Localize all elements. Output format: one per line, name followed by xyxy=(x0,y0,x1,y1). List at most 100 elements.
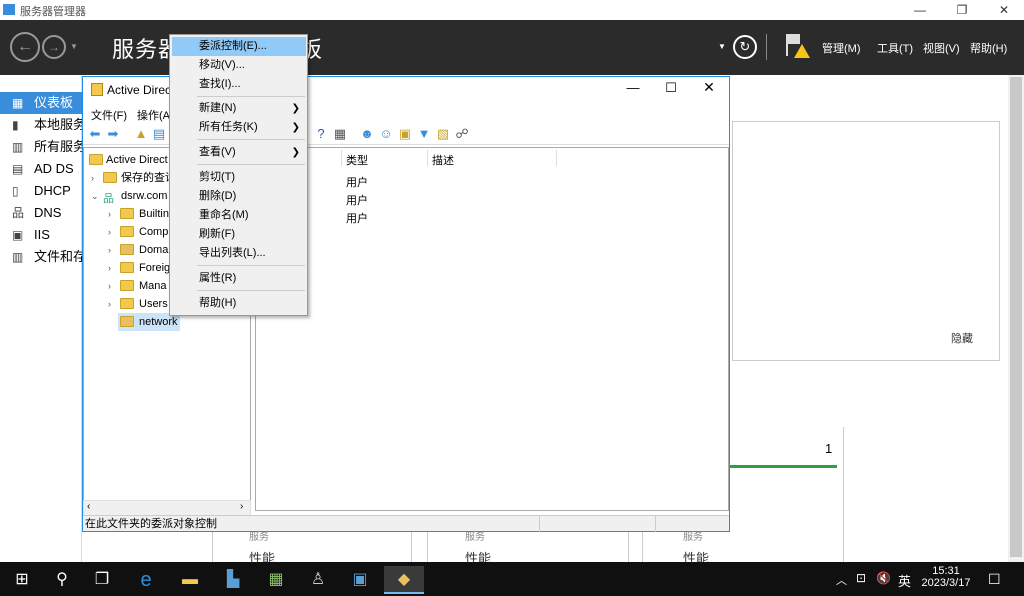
taskbar-ie[interactable]: e xyxy=(126,566,166,594)
scroll-left-icon[interactable]: ‹ xyxy=(87,501,90,512)
menu-help[interactable]: 帮助(H) xyxy=(970,40,1007,56)
menu-item-help[interactable]: 帮助(H) xyxy=(172,294,306,313)
task-view-button[interactable]: ❐ xyxy=(82,566,122,594)
expand-arrow-icon[interactable]: › xyxy=(108,259,111,277)
menu-item-find[interactable]: 查找(I)... xyxy=(172,75,306,94)
filter-icon[interactable]: ▼ xyxy=(416,126,432,142)
hide-link[interactable]: 隐藏 xyxy=(951,330,973,346)
notifications-icon[interactable]: ☐ xyxy=(988,571,1001,588)
aduc-minimize-button[interactable]: — xyxy=(623,80,643,95)
row-type-cell[interactable]: 用户 xyxy=(346,174,368,190)
menu-action[interactable]: 操作(A xyxy=(137,107,170,123)
aduc-maximize-button[interactable]: ☐ xyxy=(661,80,681,96)
column-header-type[interactable]: 类型 xyxy=(346,152,368,168)
forward-button[interactable]: → xyxy=(42,35,66,59)
history-dropdown-icon[interactable]: ▼ xyxy=(70,42,78,51)
menu-item-delegate-control[interactable]: 委派控制(E)... xyxy=(172,37,306,56)
close-button[interactable]: ✕ xyxy=(984,0,1024,20)
new-ou-icon[interactable]: ▣ xyxy=(397,126,413,142)
sidebar-item-dhcp[interactable]: ▯ DHCP xyxy=(0,180,82,202)
sidebar-item-all-servers[interactable]: ▥ 所有服务 xyxy=(0,136,82,158)
row-type-cell[interactable]: 用户 xyxy=(346,210,368,226)
scrollbar-thumb[interactable] xyxy=(1010,77,1022,557)
restore-button[interactable]: ❐ xyxy=(942,0,982,20)
clock[interactable]: 15:31 2023/3/17 xyxy=(918,565,974,589)
context-menu: 委派控制(E)... 移动(V)... 查找(I)... 新建(N) ❯ 所有任务… xyxy=(169,34,308,316)
menu-item-delete[interactable]: 删除(D) xyxy=(172,187,306,206)
menu-item-rename[interactable]: 重命名(M) xyxy=(172,206,306,225)
sidebar-item-dashboard[interactable]: ▦ 仪表板 xyxy=(0,92,82,114)
start-button[interactable]: ⊞ xyxy=(2,566,42,594)
scroll-right-icon[interactable]: › xyxy=(240,501,243,512)
expand-arrow-icon[interactable]: › xyxy=(91,169,94,187)
collapse-arrow-icon[interactable]: ⌄ xyxy=(91,187,99,205)
search-button[interactable]: ⚲ xyxy=(42,566,82,594)
tree-item-label: Doma xyxy=(139,244,169,256)
refresh-icon[interactable]: ↻ xyxy=(733,35,757,59)
sidebar-item-dns[interactable]: 品 DNS xyxy=(0,202,82,224)
menu-item-all-tasks[interactable]: 所有任务(K) ❯ xyxy=(172,118,306,137)
up-folder-icon[interactable]: ▲ xyxy=(133,126,149,142)
show-hide-tree-icon[interactable]: ▤ xyxy=(151,126,167,142)
vertical-scrollbar[interactable] xyxy=(1008,75,1024,562)
menu-view[interactable]: 视图(V) xyxy=(923,40,960,56)
expand-arrow-icon[interactable]: › xyxy=(108,277,111,295)
taskbar-app-5[interactable]: ♙ xyxy=(298,566,338,594)
taskbar-app-4[interactable]: ▦ xyxy=(256,566,296,594)
volume-muted-icon[interactable]: 🔇 xyxy=(876,571,891,585)
menu-file[interactable]: 文件(F) xyxy=(91,107,127,123)
forward-icon[interactable]: ➡ xyxy=(105,126,121,142)
expand-arrow-icon[interactable]: › xyxy=(108,205,111,223)
window-title: 服务器管理器 xyxy=(20,6,86,18)
sidebar-item-label: 文件和存 xyxy=(34,249,82,264)
menu-item-view[interactable]: 查看(V) ❯ xyxy=(172,143,306,162)
menu-item-properties[interactable]: 属性(R) xyxy=(172,269,306,288)
internet-explorer-icon: e xyxy=(140,569,152,591)
minimize-button[interactable]: — xyxy=(900,0,940,20)
sidebar-item-local-server[interactable]: ▮ 本地服务 xyxy=(0,114,82,136)
sidebar-item-iis[interactable]: ▣ IIS xyxy=(0,224,82,246)
show-hidden-icons-icon[interactable]: ︿ xyxy=(836,572,847,588)
menu-manage[interactable]: 管理(M) xyxy=(822,40,861,56)
details-pane[interactable]: 类型 描述 用户 用户 用户 xyxy=(255,147,729,511)
new-user-icon[interactable]: ☻ xyxy=(359,126,375,142)
expand-arrow-icon[interactable]: › xyxy=(108,241,111,259)
help-icon[interactable]: ? xyxy=(313,126,329,142)
menu-item-refresh[interactable]: 刷新(F) xyxy=(172,225,306,244)
taskbar-file-explorer[interactable]: ▬ xyxy=(170,566,210,594)
menu-item-cut[interactable]: 剪切(T) xyxy=(172,168,306,187)
row-type-cell[interactable]: 用户 xyxy=(346,192,368,208)
sidebar-item-file-storage[interactable]: ▥ 文件和存 xyxy=(0,246,82,268)
column-separator[interactable] xyxy=(341,150,342,166)
action-center-icon[interactable]: ⊡ xyxy=(856,571,866,585)
back-icon[interactable]: ⬅ xyxy=(87,126,103,142)
menu-item-export-list[interactable]: 导出列表(L)... xyxy=(172,244,306,263)
taskbar-aduc[interactable]: ◆ xyxy=(384,566,424,594)
notifications-flag-icon[interactable] xyxy=(784,32,810,62)
menu-separator xyxy=(197,139,305,140)
taskbar-app-6[interactable]: ▣ xyxy=(340,566,380,594)
add-to-group-icon[interactable]: ☍ xyxy=(454,126,470,142)
sidebar-item-adds[interactable]: ▤ AD DS xyxy=(0,158,82,180)
expand-arrow-icon[interactable]: › xyxy=(108,295,111,313)
dropdown-icon[interactable]: ▼ xyxy=(718,42,726,51)
menu-item-new[interactable]: 新建(N) ❯ xyxy=(172,99,306,118)
taskbar-server-manager[interactable]: ▙ xyxy=(213,566,253,594)
tree-item-label: Foreig xyxy=(139,262,171,274)
aduc-close-button[interactable]: ✕ xyxy=(699,79,719,96)
find-icon[interactable]: ▧ xyxy=(435,126,451,142)
expand-arrow-icon[interactable]: › xyxy=(108,223,111,241)
column-separator[interactable] xyxy=(427,150,428,166)
tree-item-label: Active Direct xyxy=(106,154,168,166)
view-icon[interactable]: ▦ xyxy=(332,126,348,142)
new-group-icon[interactable]: ☺ xyxy=(378,126,394,142)
column-header-description[interactable]: 描述 xyxy=(432,152,454,168)
column-separator[interactable] xyxy=(556,150,557,166)
menu-item-move[interactable]: 移动(V)... xyxy=(172,56,306,75)
ime-indicator[interactable]: 英 xyxy=(898,571,911,590)
forward-arrow-icon: → xyxy=(48,40,60,54)
back-button[interactable]: ← xyxy=(10,32,40,62)
menu-tools[interactable]: 工具(T) xyxy=(877,40,913,56)
ou-icon xyxy=(120,244,134,255)
tree-horizontal-scrollbar[interactable]: ‹ › xyxy=(83,500,251,516)
